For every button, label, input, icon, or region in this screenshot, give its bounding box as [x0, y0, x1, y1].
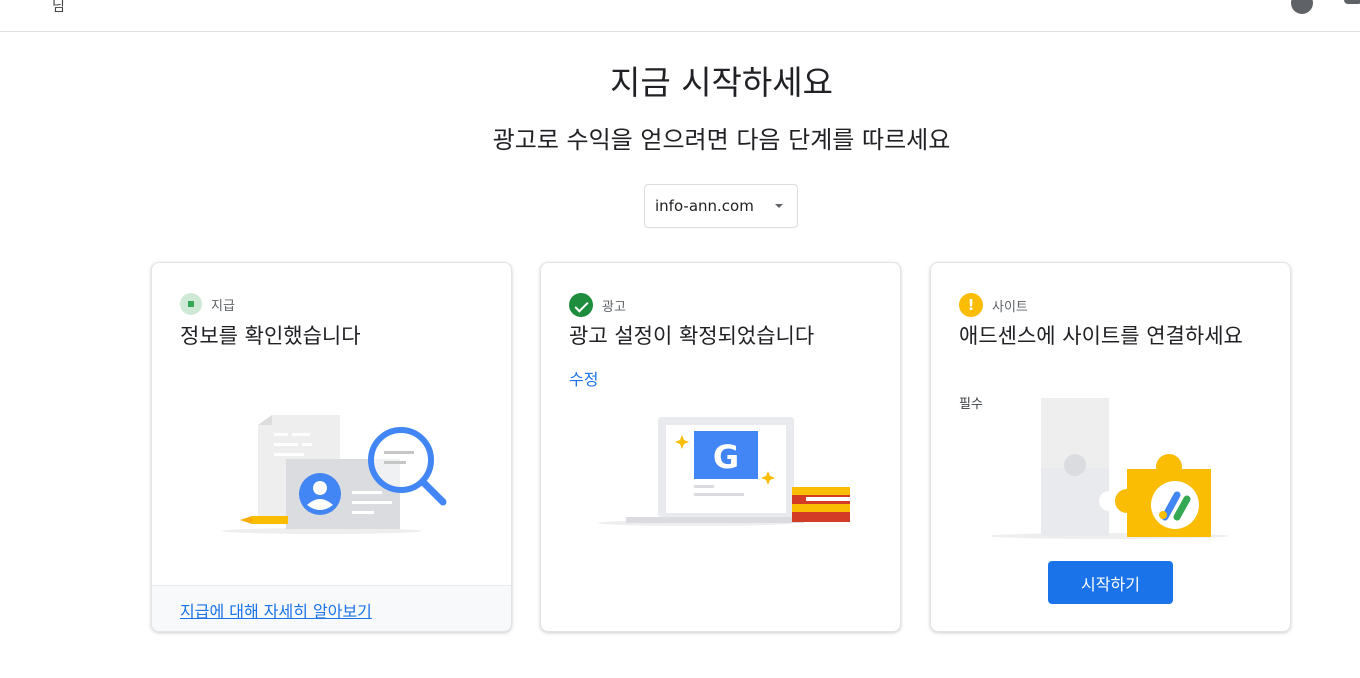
edit-ads-link[interactable]: 수정: [569, 366, 598, 390]
site-selector-value: info-ann.com: [655, 197, 754, 215]
site-status-label: 사이트: [992, 299, 1028, 315]
ads-status: 광고: [569, 293, 626, 317]
notification-icon[interactable]: [1344, 0, 1360, 4]
ads-card: 광고 광고 설정이 확정되었습니다 수정 G: [540, 262, 901, 632]
payment-card: 지급 정보를 확인했습니다 지급에 대해 자세히 알아보기: [151, 262, 512, 632]
payment-status-label: 지급: [211, 298, 235, 314]
svg-text:G: G: [713, 438, 739, 476]
payment-card-heading: 정보를 확인했습니다: [180, 324, 361, 348]
laptop-illustration: G: [598, 417, 850, 526]
page-subtitle: 광고로 수익을 얻으려면 다음 단계를 따르세요: [492, 126, 951, 154]
in-progress-icon: [180, 293, 202, 315]
ads-card-heading: 광고 설정이 확정되었습니다: [569, 324, 815, 348]
ads-status-label: 광고: [602, 299, 626, 315]
help-icon[interactable]: [1291, 0, 1313, 14]
warning-circle-icon: !: [959, 293, 983, 317]
page-title: 지금 시작하세요: [609, 63, 833, 102]
site-card: ! 사이트 애드센스에 사이트를 연결하세요 필수 시작하기: [930, 262, 1291, 632]
learn-more-payments-link[interactable]: 지급에 대해 자세히 알아보기: [180, 598, 372, 622]
profile-search-illustration: [222, 415, 447, 534]
payment-status: 지급: [180, 293, 235, 315]
check-circle-icon: [569, 293, 593, 317]
header-label: 님: [52, 0, 65, 15]
payment-card-footer: 지급에 대해 자세히 알아보기: [152, 585, 511, 631]
get-started-button[interactable]: 시작하기: [1048, 561, 1173, 604]
top-app-bar: 님: [0, 0, 1360, 32]
site-selector-dropdown[interactable]: info-ann.com: [644, 184, 798, 228]
site-status: ! 사이트: [959, 293, 1028, 317]
site-card-heading: 애드센스에 사이트를 연결하세요: [959, 324, 1243, 348]
puzzle-illustration: [991, 398, 1229, 539]
required-label: 필수: [959, 397, 983, 412]
dropdown-arrow-icon: [775, 204, 783, 208]
